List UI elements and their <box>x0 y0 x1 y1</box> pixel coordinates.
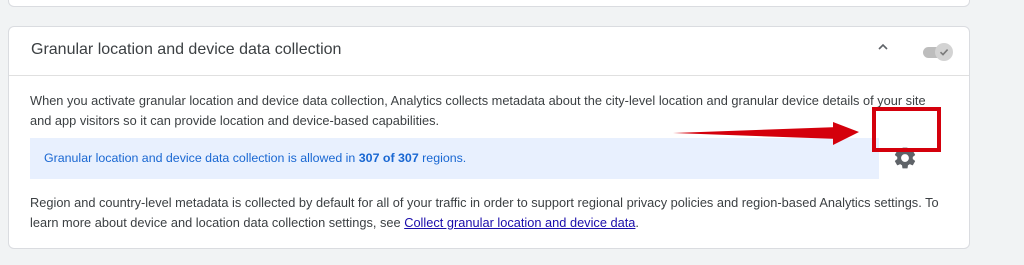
check-icon <box>939 49 949 56</box>
annotation-arrow <box>673 122 859 145</box>
banner-suffix: regions. <box>422 151 467 165</box>
annotation-highlight-box <box>872 107 941 152</box>
footer-period: . <box>635 215 639 230</box>
previous-card <box>8 0 970 7</box>
region-count: 307 of 307 <box>358 151 419 165</box>
card-title: Granular location and device data collec… <box>31 41 342 58</box>
toggle-thumb <box>935 43 953 61</box>
card-header: Granular location and device data collec… <box>9 27 969 76</box>
banner-prefix: Granular location and device data collec… <box>44 151 356 165</box>
footer-description: Region and country-level metadata is col… <box>30 193 945 233</box>
chevron-up-icon[interactable] <box>876 40 890 54</box>
banner-text: Granular location and device data collec… <box>44 151 466 165</box>
data-collection-toggle[interactable] <box>921 41 953 63</box>
learn-more-link[interactable]: Collect granular location and device dat… <box>404 215 635 230</box>
